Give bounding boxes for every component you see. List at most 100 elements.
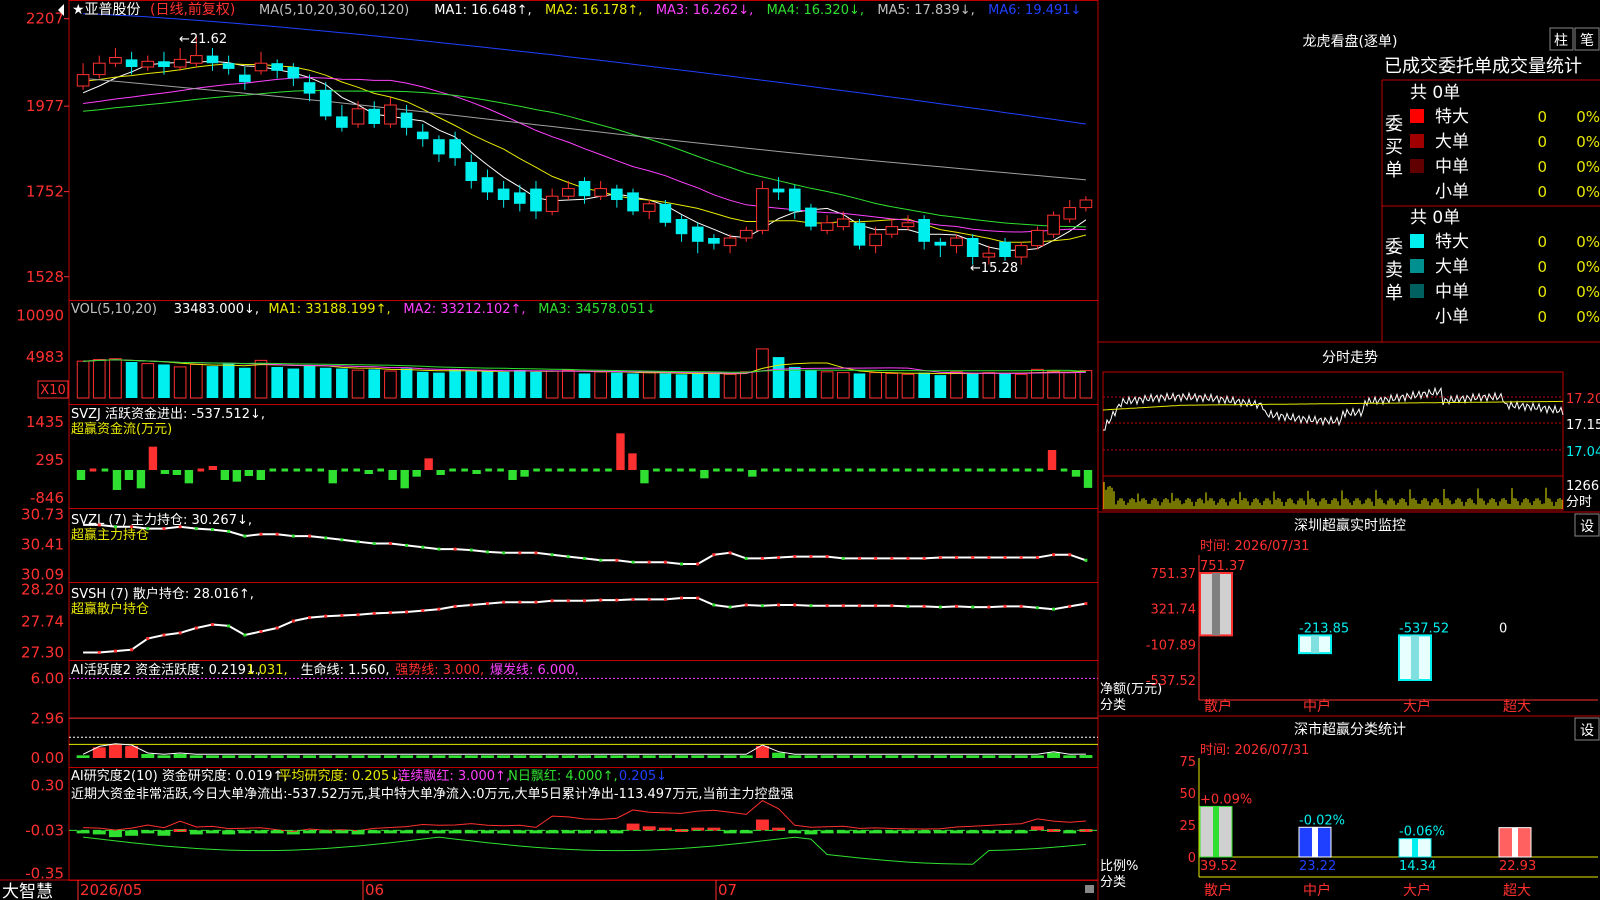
fund-flow-bar[interactable] — [497, 468, 504, 472]
activity-bar[interactable] — [480, 755, 494, 758]
activity-bar[interactable] — [707, 755, 721, 758]
volume-bar[interactable] — [675, 374, 688, 398]
fund-flow-bar[interactable] — [220, 470, 230, 480]
candle[interactable] — [222, 63, 235, 69]
candle[interactable] — [578, 181, 591, 197]
activity-bar[interactable] — [383, 755, 397, 758]
candle[interactable] — [820, 222, 834, 231]
volume-bar[interactable] — [739, 371, 753, 399]
volume-bar[interactable] — [189, 363, 203, 399]
activity-bar[interactable] — [513, 755, 527, 758]
volume-bar[interactable] — [287, 368, 300, 398]
volume-bar[interactable] — [206, 366, 219, 398]
fund-flow-bar[interactable] — [748, 470, 757, 477]
volume-bar[interactable] — [158, 364, 170, 398]
fund-flow-bar[interactable] — [533, 468, 540, 472]
fund-flow-bar[interactable] — [545, 468, 552, 472]
fund-flow-bar[interactable] — [892, 468, 900, 472]
candle[interactable] — [239, 74, 251, 83]
fund-flow-bar[interactable] — [832, 468, 840, 472]
fund-flow-bar[interactable] — [232, 470, 242, 482]
activity-bar[interactable] — [998, 755, 1012, 758]
volume-bar[interactable] — [125, 362, 138, 398]
research-bar[interactable] — [804, 830, 818, 835]
activity-bar[interactable] — [804, 755, 818, 758]
activity-bar[interactable] — [173, 754, 187, 758]
activity-bar[interactable] — [335, 755, 349, 758]
activity-bar[interactable] — [1063, 755, 1077, 758]
candle[interactable] — [92, 62, 106, 76]
fund-flow-bar[interactable] — [472, 470, 481, 474]
volume-bar[interactable] — [982, 372, 996, 399]
activity-bar[interactable] — [351, 755, 365, 758]
volume-bar[interactable] — [950, 371, 963, 399]
activity-bar[interactable] — [464, 755, 478, 758]
fund-flow-bar[interactable] — [256, 470, 266, 480]
research-bar[interactable] — [189, 830, 203, 835]
research-bar[interactable] — [755, 819, 769, 831]
fund-flow-bar[interactable] — [868, 468, 876, 472]
volume-bar[interactable] — [999, 373, 1011, 398]
fund-flow-bar[interactable] — [593, 468, 600, 472]
candle[interactable] — [545, 195, 559, 212]
candle[interactable] — [562, 188, 575, 197]
volume-bar[interactable] — [76, 360, 90, 399]
fund-flow-bar[interactable] — [341, 468, 349, 472]
fund-flow-bar[interactable] — [557, 468, 564, 472]
activity-bar[interactable] — [76, 755, 90, 758]
candle[interactable] — [513, 192, 526, 204]
fund-flow-bar[interactable] — [1012, 468, 1020, 472]
volume-bar[interactable] — [336, 368, 348, 398]
volume-bar[interactable] — [513, 370, 526, 398]
candle[interactable] — [1031, 229, 1044, 247]
volume-bar[interactable] — [1047, 370, 1060, 399]
research-bar[interactable] — [626, 823, 640, 831]
fund-flow-bar[interactable] — [677, 468, 684, 472]
fund-flow-bar[interactable] — [653, 468, 660, 472]
candle[interactable] — [966, 238, 979, 257]
activity-bar[interactable] — [1079, 755, 1093, 758]
candle[interactable] — [1079, 199, 1093, 209]
volume-bar[interactable] — [578, 373, 591, 398]
volume-bar[interactable] — [756, 348, 769, 399]
candle[interactable] — [76, 74, 90, 87]
volume-bar[interactable] — [222, 363, 235, 398]
fund-flow-bar[interactable] — [904, 468, 912, 472]
candle[interactable] — [481, 177, 494, 193]
activity-bar[interactable] — [448, 755, 462, 758]
activity-bar[interactable] — [270, 755, 284, 758]
fund-flow-bar[interactable] — [76, 470, 86, 480]
candle[interactable] — [836, 218, 850, 228]
activity-bar[interactable] — [933, 755, 947, 758]
candle[interactable] — [708, 238, 720, 244]
research-bar[interactable] — [642, 826, 656, 831]
candle[interactable] — [433, 139, 445, 155]
fund-flow-bar[interactable] — [665, 468, 672, 472]
fund-flow-bar[interactable] — [1047, 450, 1057, 470]
volume-bar[interactable] — [319, 367, 332, 398]
candle[interactable] — [772, 188, 785, 193]
activity-bar[interactable] — [982, 755, 996, 758]
fund-flow-bar[interactable] — [1083, 470, 1093, 488]
candle[interactable] — [319, 89, 332, 117]
fund-flow-bar[interactable] — [844, 468, 852, 472]
fund-flow-bar[interactable] — [808, 468, 816, 472]
fund-flow-bar[interactable] — [172, 470, 182, 475]
fund-flow-bar[interactable] — [317, 468, 325, 472]
volume-bar[interactable] — [805, 370, 817, 398]
fund-flow-bar[interactable] — [916, 468, 924, 472]
activity-bar[interactable] — [675, 755, 689, 758]
volume-bar[interactable] — [433, 372, 445, 398]
activity-bar[interactable] — [691, 755, 705, 758]
volume-bar[interactable] — [497, 371, 510, 398]
activity-bar[interactable] — [545, 755, 559, 758]
volume-bar[interactable] — [141, 363, 155, 399]
fund-flow-bar[interactable] — [976, 468, 984, 472]
activity-bar[interactable] — [836, 755, 850, 758]
volume-bar[interactable] — [708, 373, 720, 398]
activity-bar[interactable] — [626, 755, 640, 758]
candle[interactable] — [934, 241, 947, 246]
activity-bar[interactable] — [658, 755, 672, 758]
volume-bar[interactable] — [723, 373, 737, 399]
activity-bar[interactable] — [950, 755, 963, 758]
